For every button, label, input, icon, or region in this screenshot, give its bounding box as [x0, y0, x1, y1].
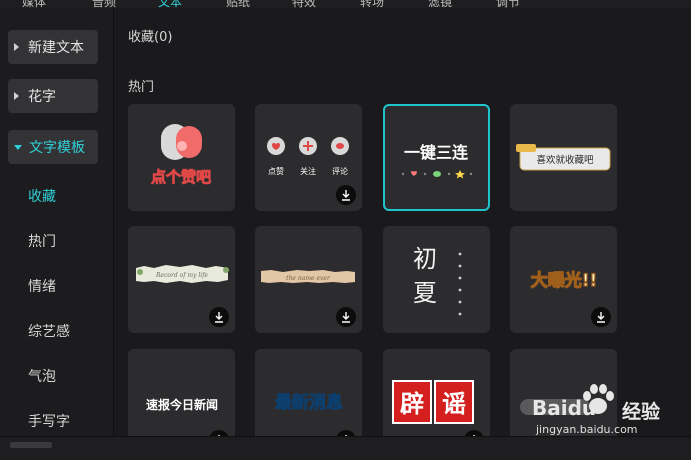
like-preview: 点个赞吧: [151, 124, 211, 186]
sidebar-item-variety[interactable]: 综艺感: [28, 321, 70, 341]
caret-down-icon: [14, 144, 22, 150]
sidebar-item-bubble[interactable]: 气泡: [28, 366, 56, 386]
triple-preview: 一键三连: [401, 143, 473, 179]
tab-text[interactable]: 文本: [158, 0, 182, 8]
tab-filter[interactable]: 滤镜: [428, 0, 452, 8]
sidebar-button-new-text[interactable]: 新建文本: [8, 30, 98, 64]
template-card-like[interactable]: 点个赞吧: [128, 104, 235, 211]
sidebar-button-label: 文字模板: [29, 140, 85, 156]
sidebar-item-hot[interactable]: 热门: [28, 231, 56, 251]
rumor-preview: 辟 谣: [392, 380, 474, 424]
bottom-chip: [10, 442, 52, 448]
latest-news-text: 最新消息: [275, 392, 343, 413]
template-card-news[interactable]: 速报今日新闻: [128, 349, 235, 436]
sidebar-item-emotion[interactable]: 情绪: [28, 276, 56, 296]
like-label: 点赞: [268, 166, 284, 176]
sidebar: 新建文本 花字 文字模板 收藏 热门 情绪 综艺感 气泡 手写字: [0, 8, 114, 436]
download-button[interactable]: [209, 307, 229, 327]
tab-effects[interactable]: 特效: [292, 0, 316, 8]
download-icon: [215, 312, 223, 323]
tab-transition[interactable]: 转场: [360, 0, 384, 8]
template-card-paper-strip[interactable]: Record of my life: [128, 226, 235, 333]
sidebar-button-label: 花字: [28, 89, 56, 105]
comment-label: 评论: [332, 166, 348, 176]
template-card-triple[interactable]: 一键三连: [383, 104, 490, 211]
latest-news-preview: 最新消息: [275, 392, 344, 414]
template-card-favorite-tag[interactable]: 喜欢就收藏吧: [510, 104, 617, 211]
follow-label: 关注: [300, 166, 316, 176]
caret-right-icon: [14, 92, 19, 100]
tab-media[interactable]: 媒体: [22, 0, 46, 8]
favorite-tag-text: 喜欢就收藏吧: [536, 154, 594, 166]
sidebar-button-label: 新建文本: [28, 40, 84, 56]
tab-sticker[interactable]: 贴纸: [226, 0, 250, 8]
watermark: Baidu 经验 jingyan.baidu.com: [530, 382, 680, 442]
tab-adjust[interactable]: 调节: [496, 0, 520, 8]
sidebar-item-handwriting[interactable]: 手写字: [28, 411, 70, 431]
template-card-rumor[interactable]: 辟 谣: [383, 349, 490, 436]
download-icon: [342, 312, 350, 323]
exposure-text: 大曝光!!: [531, 270, 598, 291]
download-icon: [597, 312, 605, 323]
paper-strip-text: Record of my life: [155, 272, 208, 279]
template-panel: 收藏(0) 热门 点个赞吧 点赞 关注 评论 一键三连 喜欢就收藏吧 Recor…: [115, 8, 691, 436]
watermark-brand: Baidu: [532, 396, 597, 420]
sidebar-button-fancy-text[interactable]: 花字: [8, 79, 98, 113]
caret-right-icon: [14, 43, 19, 51]
favorites-title: 收藏(0): [128, 30, 173, 45]
watermark-url: jingyan.baidu.com: [536, 423, 638, 436]
download-icon: [342, 190, 350, 201]
download-button[interactable]: [336, 185, 356, 205]
template-card-like-follow-comment[interactable]: 点赞 关注 评论: [255, 104, 362, 211]
template-card-latest-news[interactable]: 最新消息: [255, 349, 362, 436]
download-button[interactable]: [336, 307, 356, 327]
rumor-char-1: 辟: [400, 390, 424, 418]
sidebar-button-text-template[interactable]: 文字模板: [8, 130, 98, 164]
download-button[interactable]: [591, 307, 611, 327]
news-text: 速报今日新闻: [146, 397, 218, 412]
top-tab-bar: 媒体 音频 文本 贴纸 特效 转场 滤镜 调节: [0, 0, 691, 8]
watermark-brand-cn: 经验: [622, 401, 661, 423]
dot-column: [458, 252, 462, 316]
like-text: 点个赞吧: [151, 168, 211, 186]
favorite-tag-preview: 喜欢就收藏吧: [516, 144, 611, 171]
triple-text: 一键三连: [404, 143, 469, 162]
rumor-char-2: 谣: [442, 390, 466, 418]
tab-audio[interactable]: 音频: [92, 0, 116, 8]
hot-section-title: 热门: [128, 80, 155, 95]
template-card-early-summer[interactable]: 初夏: [383, 226, 490, 333]
news-preview: 速报今日新闻: [146, 397, 218, 412]
torn-paper-text: the name ever: [286, 275, 331, 282]
template-card-exposure[interactable]: 大曝光!!: [510, 226, 617, 333]
template-card-torn-paper[interactable]: the name ever: [255, 226, 362, 333]
sidebar-item-favorites[interactable]: 收藏: [28, 186, 56, 206]
